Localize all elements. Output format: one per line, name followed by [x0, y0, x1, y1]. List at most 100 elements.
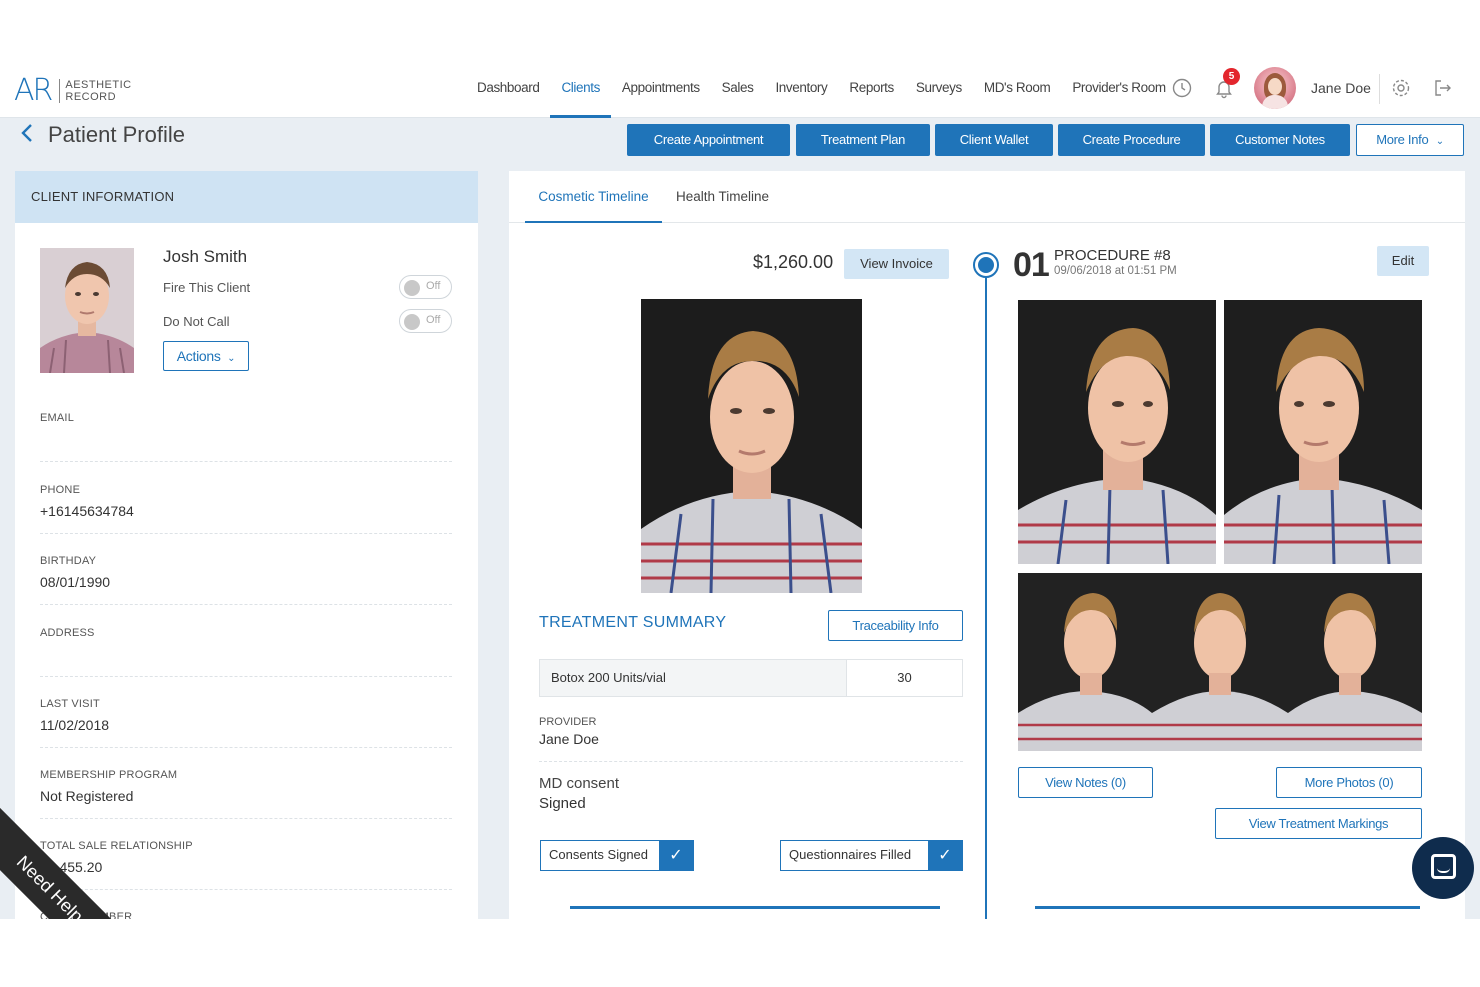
field-membership: MEMBERSHIP PROGRAM Not Registered: [40, 769, 452, 819]
fire-client-toggle-state: Off: [426, 280, 441, 292]
do-not-call-label: Do Not Call: [163, 314, 230, 329]
field-phone-value: +16145634784: [40, 503, 134, 519]
nav-appointments[interactable]: Appointments: [611, 62, 711, 118]
chat-widget-button[interactable]: [1412, 837, 1474, 899]
field-email-value: [40, 431, 452, 449]
nav-clients[interactable]: Clients: [550, 62, 611, 118]
actions-dropdown[interactable]: Actions ⌄: [163, 341, 249, 371]
product-quantity: 30: [897, 670, 912, 685]
tab-cosmetic-timeline[interactable]: Cosmetic Timeline: [525, 171, 662, 223]
nav-providers-room[interactable]: Provider's Room: [1061, 62, 1176, 118]
check-icon: ✓: [928, 841, 962, 870]
field-email: EMAIL: [40, 412, 452, 462]
field-phone: PHONE +16145634784: [40, 484, 452, 534]
field-address: ADDRESS: [40, 627, 452, 677]
logout-icon[interactable]: [1431, 77, 1455, 101]
user-avatar[interactable]: [1254, 67, 1296, 109]
field-last-visit-value: 11/02/2018: [40, 717, 110, 733]
section-divider-right: [1035, 906, 1420, 909]
customer-notes-button[interactable]: Customer Notes: [1210, 124, 1350, 156]
client-information-panel: CLIENT INFORMATION Josh Smith Fire This …: [15, 171, 478, 919]
md-consent-field: MD consent Signed: [539, 775, 963, 817]
provider-field: PROVIDER Jane Doe: [539, 716, 963, 762]
top-header: AR AESTHETIC RECORD Dashboard Clients Ap…: [0, 62, 1480, 118]
app-window: AR AESTHETIC RECORD Dashboard Clients Ap…: [0, 62, 1480, 919]
do-not-call-toggle-state: Off: [426, 314, 441, 326]
procedure-number: 01: [1013, 246, 1050, 284]
procedure-photo-right[interactable]: [1224, 300, 1422, 564]
more-info-label: More Info: [1376, 132, 1429, 147]
timeline-marker: [973, 252, 999, 278]
treatment-product-row: Botox 200 Units/vial 30: [539, 659, 963, 697]
create-procedure-button[interactable]: Create Procedure: [1058, 124, 1205, 156]
nav-mds-room[interactable]: MD's Room: [973, 62, 1061, 118]
notification-badge: 5: [1223, 68, 1240, 85]
timeline-line: [985, 263, 987, 919]
consents-signed-label: Consents Signed: [549, 847, 649, 862]
procedure-photo-panorama[interactable]: [1018, 573, 1422, 751]
logo-line-1: AESTHETIC: [65, 79, 132, 91]
field-last-visit: LAST VISIT 11/02/2018: [40, 698, 452, 748]
tab-health-timeline[interactable]: Health Timeline: [676, 171, 769, 223]
md-consent-label: MD consent: [539, 775, 620, 792]
edit-procedure-button[interactable]: Edit: [1377, 246, 1429, 276]
questionnaires-filled-label: Questionnaires Filled: [789, 847, 912, 862]
treatment-plan-button[interactable]: Treatment Plan: [796, 124, 930, 156]
actions-dropdown-label: Actions: [176, 348, 221, 364]
nav-reports[interactable]: Reports: [838, 62, 904, 118]
procedure-date: 09/06/2018 at 01:51 PM: [1054, 265, 1177, 277]
provider-label: PROVIDER: [539, 716, 597, 728]
main-nav: Dashboard Clients Appointments Sales Inv…: [466, 62, 1177, 118]
consents-signed-button[interactable]: Consents Signed ✓: [540, 840, 694, 871]
logo-line-2: RECORD: [65, 91, 117, 103]
chevron-down-icon: ⌄: [1435, 136, 1444, 147]
field-phone-label: PHONE: [40, 484, 81, 496]
provider-value: Jane Doe: [539, 731, 599, 747]
procedure-title: PROCEDURE #8: [1054, 247, 1171, 264]
user-name[interactable]: Jane Doe: [1311, 80, 1371, 96]
back-chevron-icon[interactable]: [20, 123, 34, 149]
field-email-label: EMAIL: [40, 412, 75, 424]
header-divider: [1379, 74, 1380, 104]
procedure-photo-left[interactable]: [1018, 300, 1216, 564]
field-birthday: BIRTHDAY 08/01/1990: [40, 555, 452, 605]
brand-logo[interactable]: AR AESTHETIC RECORD: [14, 76, 132, 106]
create-appointment-button[interactable]: Create Appointment: [627, 124, 790, 156]
logo-mark: AR: [14, 73, 53, 108]
view-notes-button[interactable]: View Notes (0): [1018, 767, 1153, 798]
more-photos-button[interactable]: More Photos (0): [1276, 767, 1422, 798]
chevron-down-icon: ⌄: [227, 353, 236, 364]
client-main-photo[interactable]: [641, 299, 862, 593]
fire-client-toggle[interactable]: Off: [399, 275, 452, 299]
logo-text: AESTHETIC RECORD: [59, 79, 131, 103]
questionnaires-filled-button[interactable]: Questionnaires Filled ✓: [780, 840, 963, 871]
field-total-sale: TOTAL SALE RELATIONSHIP $2,455.20: [40, 840, 452, 890]
field-birthday-label: BIRTHDAY: [40, 555, 97, 567]
do-not-call-toggle[interactable]: Off: [399, 309, 452, 333]
product-name: Botox 200 Units/vial: [540, 660, 847, 696]
field-birthday-value: 08/01/1990: [40, 574, 111, 590]
nav-inventory[interactable]: Inventory: [764, 62, 838, 118]
nav-dashboard[interactable]: Dashboard: [466, 62, 550, 118]
client-info-header: CLIENT INFORMATION: [15, 171, 478, 223]
traceability-info-button[interactable]: Traceability Info: [828, 610, 963, 641]
client-wallet-button[interactable]: Client Wallet: [935, 124, 1053, 156]
clock-icon[interactable]: [1170, 77, 1194, 101]
more-info-button[interactable]: More Info ⌄: [1356, 124, 1464, 156]
md-consent-value: Signed: [539, 795, 586, 812]
chat-icon: [1431, 854, 1456, 879]
section-divider-left: [570, 906, 940, 909]
field-address-value: [40, 646, 452, 664]
field-total-sale-label: TOTAL SALE RELATIONSHIP: [40, 840, 193, 852]
field-total-sale-value: $2,455.20: [40, 859, 103, 875]
view-treatment-markings-button[interactable]: View Treatment Markings: [1215, 808, 1422, 839]
check-icon: ✓: [659, 841, 693, 870]
client-name: Josh Smith: [163, 247, 248, 266]
nav-sales[interactable]: Sales: [711, 62, 765, 118]
view-invoice-button[interactable]: View Invoice: [844, 249, 949, 279]
page-title: Patient Profile: [48, 122, 185, 147]
nav-surveys[interactable]: Surveys: [905, 62, 973, 118]
gear-icon[interactable]: [1389, 77, 1413, 101]
client-photo: [40, 248, 134, 373]
field-membership-value: Not Registered: [40, 788, 134, 804]
